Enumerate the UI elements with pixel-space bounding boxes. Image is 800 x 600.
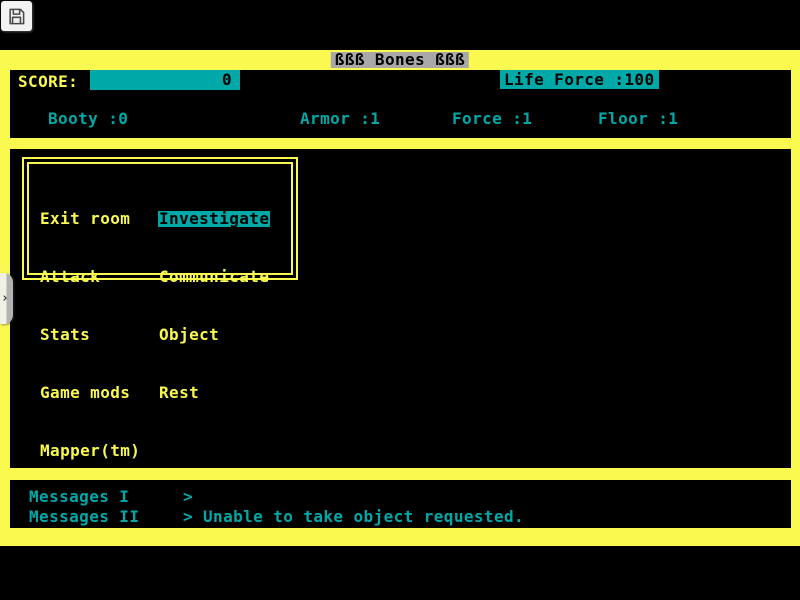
expand-sidebar-button[interactable]: › (0, 273, 13, 324)
chevron-right-icon: › (1, 292, 9, 305)
message-row-2: Messages II > Unable to take object requ… (10, 509, 791, 529)
menu-item-game-mods[interactable]: Game mods (40, 385, 130, 401)
menu-item-investigate[interactable]: Investigate (158, 211, 270, 227)
menu-item-stats[interactable]: Stats (40, 327, 90, 343)
menu-item-attack[interactable]: Attack (40, 269, 100, 285)
action-menu-right-column: Investigate Communicate Object Rest (159, 173, 270, 443)
game-frame: ßßß Bones ßßß SCORE: 0 Life Force :100 B… (0, 50, 800, 546)
messages-2-text: Unable to take object requested. (203, 509, 524, 525)
menu-item-exit-room[interactable]: Exit room (40, 211, 130, 227)
score-label: SCORE: (18, 74, 78, 90)
menu-item-rest[interactable]: Rest (159, 385, 199, 401)
score-bar: 0 (90, 70, 240, 90)
menu-item-mapper[interactable]: Mapper(tm) (40, 443, 140, 459)
messages-1-prompt: > (183, 489, 193, 505)
status-panel: SCORE: 0 Life Force :100 Booty :0 Armor … (10, 70, 791, 138)
save-button[interactable] (1, 1, 32, 31)
action-menu-left-column: Exit room Attack Stats Game mods Mapper(… (40, 173, 140, 501)
stat-booty: Booty :0 (48, 111, 128, 127)
action-menu: Exit room Attack Stats Game mods Mapper(… (22, 157, 298, 280)
menu-item-communicate[interactable]: Communicate (159, 269, 269, 285)
window-title: ßßß Bones ßßß (331, 52, 469, 68)
save-icon (7, 7, 26, 26)
score-value: 0 (222, 70, 232, 89)
messages-2-prompt: > (183, 509, 193, 525)
menu-item-object[interactable]: Object (159, 327, 219, 343)
game-area: Exit room Attack Stats Game mods Mapper(… (10, 149, 791, 468)
stat-force: Force :1 (452, 111, 532, 127)
stat-floor: Floor :1 (598, 111, 678, 127)
stat-armor: Armor :1 (300, 111, 380, 127)
messages-2-label: Messages II (29, 509, 139, 525)
life-force-badge: Life Force :100 (500, 70, 659, 89)
